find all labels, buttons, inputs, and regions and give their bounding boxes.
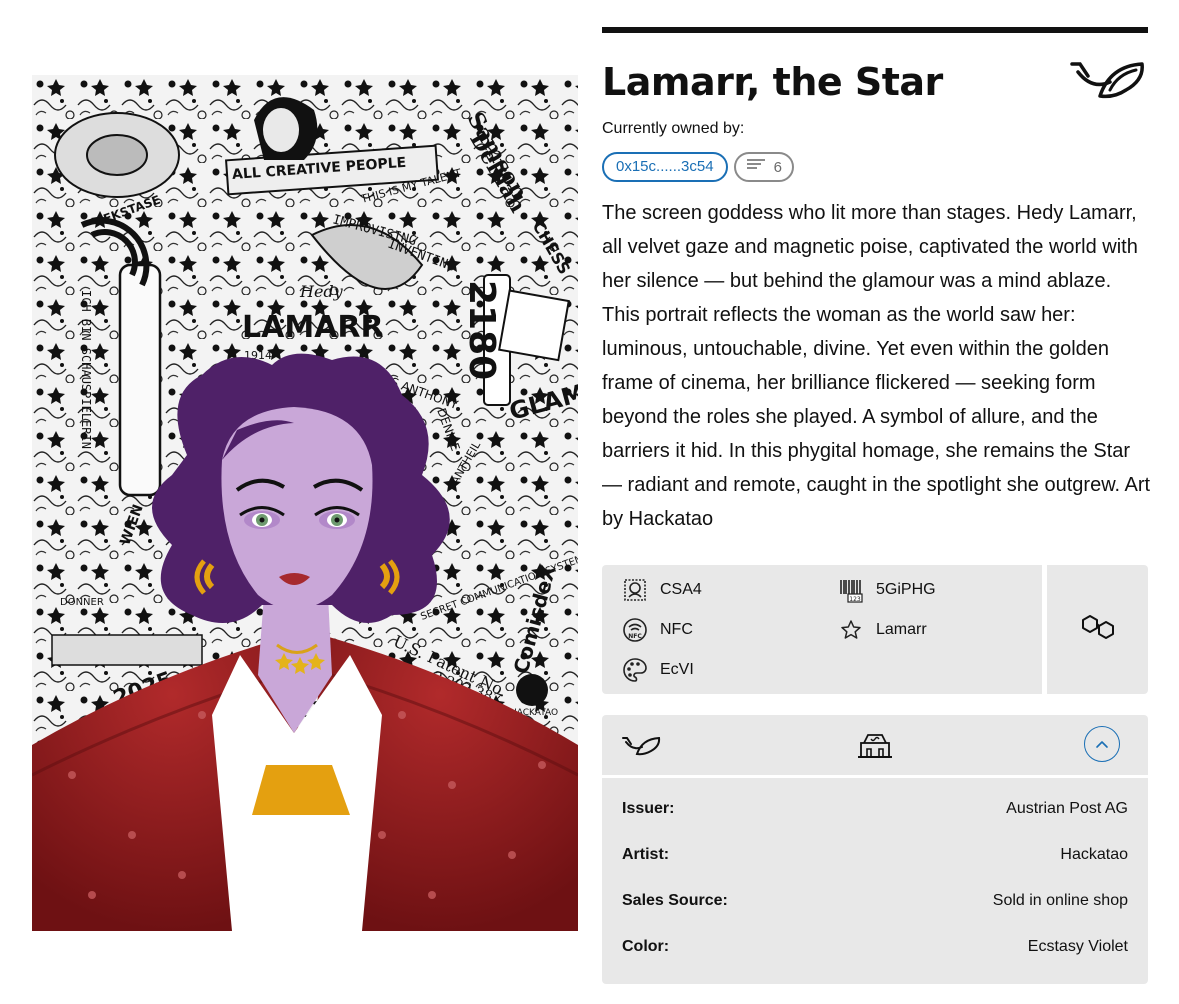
attribute-item: NFC NFC [622, 617, 693, 643]
detail-value: Sold in online shop [992, 892, 1128, 909]
star-icon [838, 617, 864, 643]
barcode-icon: 123 [838, 577, 864, 603]
detail-row: Artist: Hackatao [622, 846, 1128, 864]
page-title: Lamarr, the Star [602, 60, 943, 104]
nfc-icon: NFC [622, 617, 648, 643]
art-text-donner: DONNER [60, 597, 104, 608]
detail-key: Color: [622, 938, 670, 955]
detail-row: Sales Source: Sold in online shop [622, 892, 1128, 910]
attribute-label: EcVI [660, 661, 694, 678]
detail-key: Artist: [622, 846, 670, 863]
attributes-panel: CSA4 123 5GiPHG NFC NFC Lamarr EcVI [602, 565, 1042, 694]
owned-by-label: Currently owned by: [602, 120, 745, 137]
owner-count: 6 [773, 158, 782, 176]
post-horn-icon [622, 736, 662, 761]
attribute-item: CSA4 [622, 577, 702, 603]
detail-row: Color: Ecstasy Violet [622, 938, 1128, 956]
detail-value: Ecstasy Violet [1027, 938, 1128, 955]
detail-row: Issuer: Austrian Post AG [622, 800, 1128, 818]
artwork-illustration: ALL CREATIVE PEOPLE EKSTASE Samson Delil… [32, 75, 578, 931]
art-text-2180: 2180 [461, 280, 502, 380]
svg-text:NFC: NFC [628, 633, 642, 640]
chevron-up-icon [1095, 737, 1109, 752]
blockchain-panel[interactable] [1047, 565, 1148, 694]
attribute-label: CSA4 [660, 581, 702, 598]
art-text-ich-bin: ICH BIN SCHAUSPIELERIN [79, 290, 93, 449]
svg-text:123: 123 [849, 596, 861, 603]
list-icon [746, 158, 766, 176]
attribute-item: Lamarr [838, 617, 927, 643]
issuer-details: Issuer: Austrian Post AG Artist: Hackata… [602, 778, 1148, 984]
collapse-button[interactable] [1084, 726, 1120, 762]
art-text-hedy: Hedy [299, 282, 344, 301]
detail-key: Sales Source: [622, 892, 728, 909]
detail-value: Hackatao [1060, 846, 1128, 863]
polygon-chain-icon [1079, 612, 1117, 647]
owner-address-pill[interactable]: 0x15c......3c54 [602, 152, 728, 182]
owner-history-pill[interactable]: 6 [733, 152, 794, 182]
detail-key: Issuer: [622, 800, 675, 817]
attribute-label: NFC [660, 621, 693, 638]
stamp-icon [622, 577, 648, 603]
owner-pill-row: 0x15c......3c54 6 [602, 152, 794, 182]
attribute-item: 123 5GiPHG [838, 577, 936, 603]
art-text-lamarr: LAMARR [242, 310, 384, 345]
post-office-icon [856, 731, 894, 764]
attribute-label: Lamarr [876, 621, 927, 638]
artwork-image: ALL CREATIVE PEOPLE EKSTASE Samson Delil… [32, 75, 578, 931]
palette-icon [622, 657, 648, 683]
artwork-description: The screen goddess who lit more than sta… [602, 202, 1151, 530]
issuer-panel-header [602, 715, 1148, 775]
post-horn-logo-icon [1070, 60, 1146, 100]
detail-value: Austrian Post AG [1006, 800, 1128, 817]
attribute-item: EcVI [622, 657, 694, 683]
top-divider [602, 27, 1148, 33]
attribute-label: 5GiPHG [876, 581, 936, 598]
